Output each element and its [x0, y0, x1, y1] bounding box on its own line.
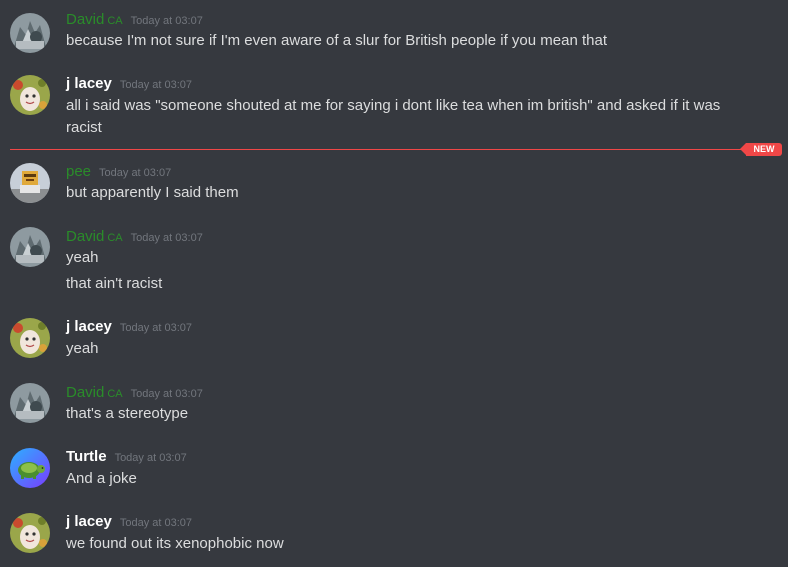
message-header: David CA Today at 03:07	[66, 384, 203, 402]
username[interactable]: j lacey	[66, 318, 112, 335]
timestamp: Today at 03:07	[119, 322, 193, 334]
avatar-david[interactable]	[10, 13, 50, 53]
message-header: David CA Today at 03:07	[66, 11, 203, 29]
avatar-jlacey[interactable]	[10, 513, 50, 553]
timestamp: Today at 03:07	[119, 79, 193, 91]
message-text: because I'm not sure if I'm even aware o…	[66, 32, 607, 49]
username[interactable]: David	[66, 228, 104, 245]
user-tag: CA	[107, 15, 123, 27]
username[interactable]: David	[66, 11, 104, 28]
timestamp: Today at 03:07	[114, 452, 187, 464]
new-badge: NEW	[740, 143, 782, 156]
timestamp: Today at 03:07	[130, 388, 203, 400]
timestamp: Today at 03:07	[130, 232, 203, 244]
message-text: yeah	[66, 249, 99, 266]
timestamp: Today at 03:07	[130, 15, 203, 27]
chat-messages: David CA Today at 03:07 because I'm not …	[0, 0, 788, 567]
message-header: j lacey Today at 03:07	[66, 513, 192, 531]
username[interactable]: David	[66, 384, 104, 401]
avatar-turtle[interactable]	[10, 448, 50, 488]
user-tag: CA	[107, 232, 123, 244]
message-header: j lacey Today at 03:07	[66, 75, 192, 93]
username[interactable]: j lacey	[66, 513, 112, 530]
username[interactable]: pee	[66, 163, 91, 180]
message-text: And a joke	[66, 470, 137, 487]
message-header: David CA Today at 03:07	[66, 228, 203, 246]
message-text: that ain't racist	[66, 275, 163, 292]
message-text: all i said was "someone shouted at me fo…	[66, 97, 721, 136]
avatar-pee[interactable]	[10, 163, 50, 203]
avatar-jlacey[interactable]	[10, 75, 50, 115]
user-tag: CA	[107, 388, 123, 400]
username[interactable]: Turtle	[66, 448, 107, 465]
timestamp: Today at 03:07	[99, 167, 172, 179]
new-messages-divider	[10, 149, 750, 150]
message-text: we found out its xenophobic now	[66, 535, 284, 552]
message-text: but apparently I said them	[66, 184, 239, 201]
avatar-david[interactable]	[10, 227, 50, 267]
message-text: that's a stereotype	[66, 405, 189, 422]
message-text: yeah	[66, 340, 99, 357]
message-header: j lacey Today at 03:07	[66, 318, 192, 336]
username[interactable]: j lacey	[66, 75, 112, 92]
message-header: Turtle Today at 03:07	[66, 448, 187, 466]
avatar-david[interactable]	[10, 383, 50, 423]
avatar-jlacey[interactable]	[10, 318, 50, 358]
timestamp: Today at 03:07	[119, 517, 193, 529]
message-header: pee Today at 03:07	[66, 163, 171, 181]
